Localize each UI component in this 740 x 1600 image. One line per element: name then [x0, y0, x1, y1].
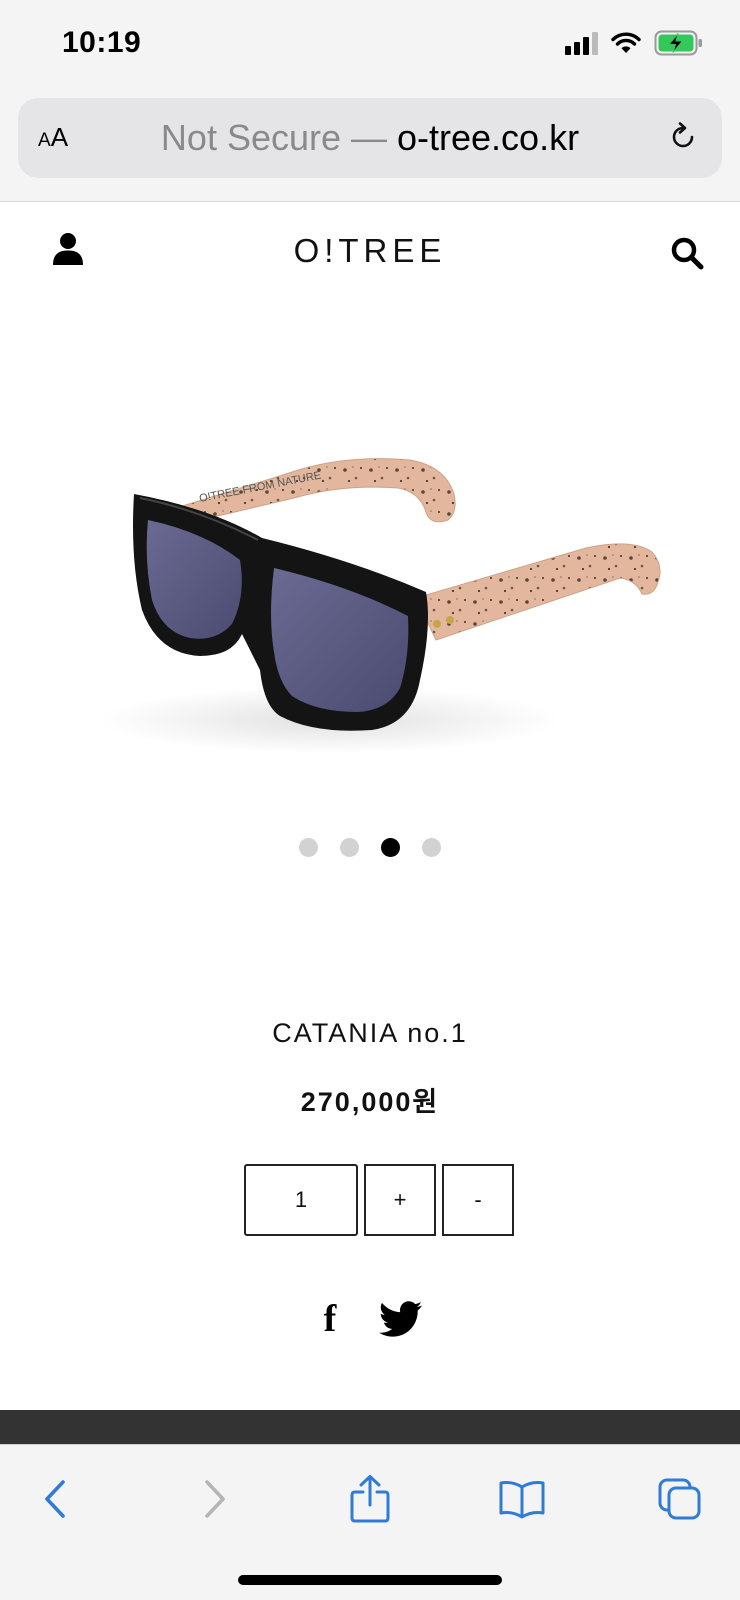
reload-icon[interactable] [666, 120, 700, 154]
home-indicator [238, 1575, 502, 1585]
quantity-plus-button[interactable]: + [364, 1164, 436, 1236]
carousel-dot[interactable] [422, 838, 441, 857]
screen: 10:19 AA Not Secure — o-tree.co.kr O!TRE… [0, 0, 740, 1600]
carousel-dot[interactable] [299, 838, 318, 857]
browser-toolbar [0, 1444, 740, 1600]
status-icons [565, 30, 704, 56]
text-size-button[interactable]: AA [38, 122, 68, 153]
site-header: O!TREE [0, 202, 740, 302]
address-bar[interactable]: AA Not Secure — o-tree.co.kr [18, 98, 722, 178]
url-security-label: Not Secure — [160, 117, 398, 158]
aa-small: A [38, 130, 51, 151]
bookmarks-icon [499, 1481, 545, 1519]
address-bar-area: AA Not Secure — o-tree.co.kr [0, 96, 740, 202]
tabs-button[interactable] [652, 1471, 708, 1527]
aa-large: A [50, 122, 69, 152]
quantity-input[interactable] [244, 1164, 358, 1236]
share-icon [350, 1475, 390, 1523]
bookmarks-button[interactable] [494, 1471, 550, 1527]
tabs-icon [658, 1478, 701, 1520]
carousel-dot[interactable] [340, 838, 359, 857]
carousel-dots [0, 838, 740, 857]
product-price: 270,000원 [300, 1087, 440, 1117]
product-image-sunglasses[interactable]: O!TREE FROM NATURE [80, 420, 680, 790]
site-logo[interactable]: O!TREE [0, 232, 740, 270]
site-footer-strip [0, 1410, 740, 1444]
search-icon[interactable] [670, 236, 704, 270]
quantity-stepper: + - [244, 1164, 514, 1236]
status-time: 10:19 [62, 26, 142, 59]
cellular-signal-icon [565, 31, 598, 55]
url-text[interactable]: Not Secure — o-tree.co.kr [18, 117, 722, 159]
quantity-minus-button[interactable]: - [442, 1164, 514, 1236]
forward-button[interactable] [186, 1471, 242, 1527]
share-button[interactable] [342, 1471, 398, 1527]
battery-charging-icon [654, 30, 702, 56]
status-bar: 10:19 [0, 0, 740, 96]
carousel-dot-active[interactable] [381, 838, 400, 857]
url-domain: o-tree.co.kr [397, 117, 580, 158]
back-button[interactable] [28, 1471, 84, 1527]
wifi-icon [611, 32, 641, 53]
facebook-icon[interactable]: f [317, 1300, 343, 1338]
product-name: CATANIA no.1 [272, 1018, 468, 1048]
twitter-icon[interactable] [379, 1301, 423, 1337]
forward-icon [205, 1480, 225, 1518]
back-icon [45, 1480, 65, 1518]
social-share: f [0, 1300, 740, 1338]
